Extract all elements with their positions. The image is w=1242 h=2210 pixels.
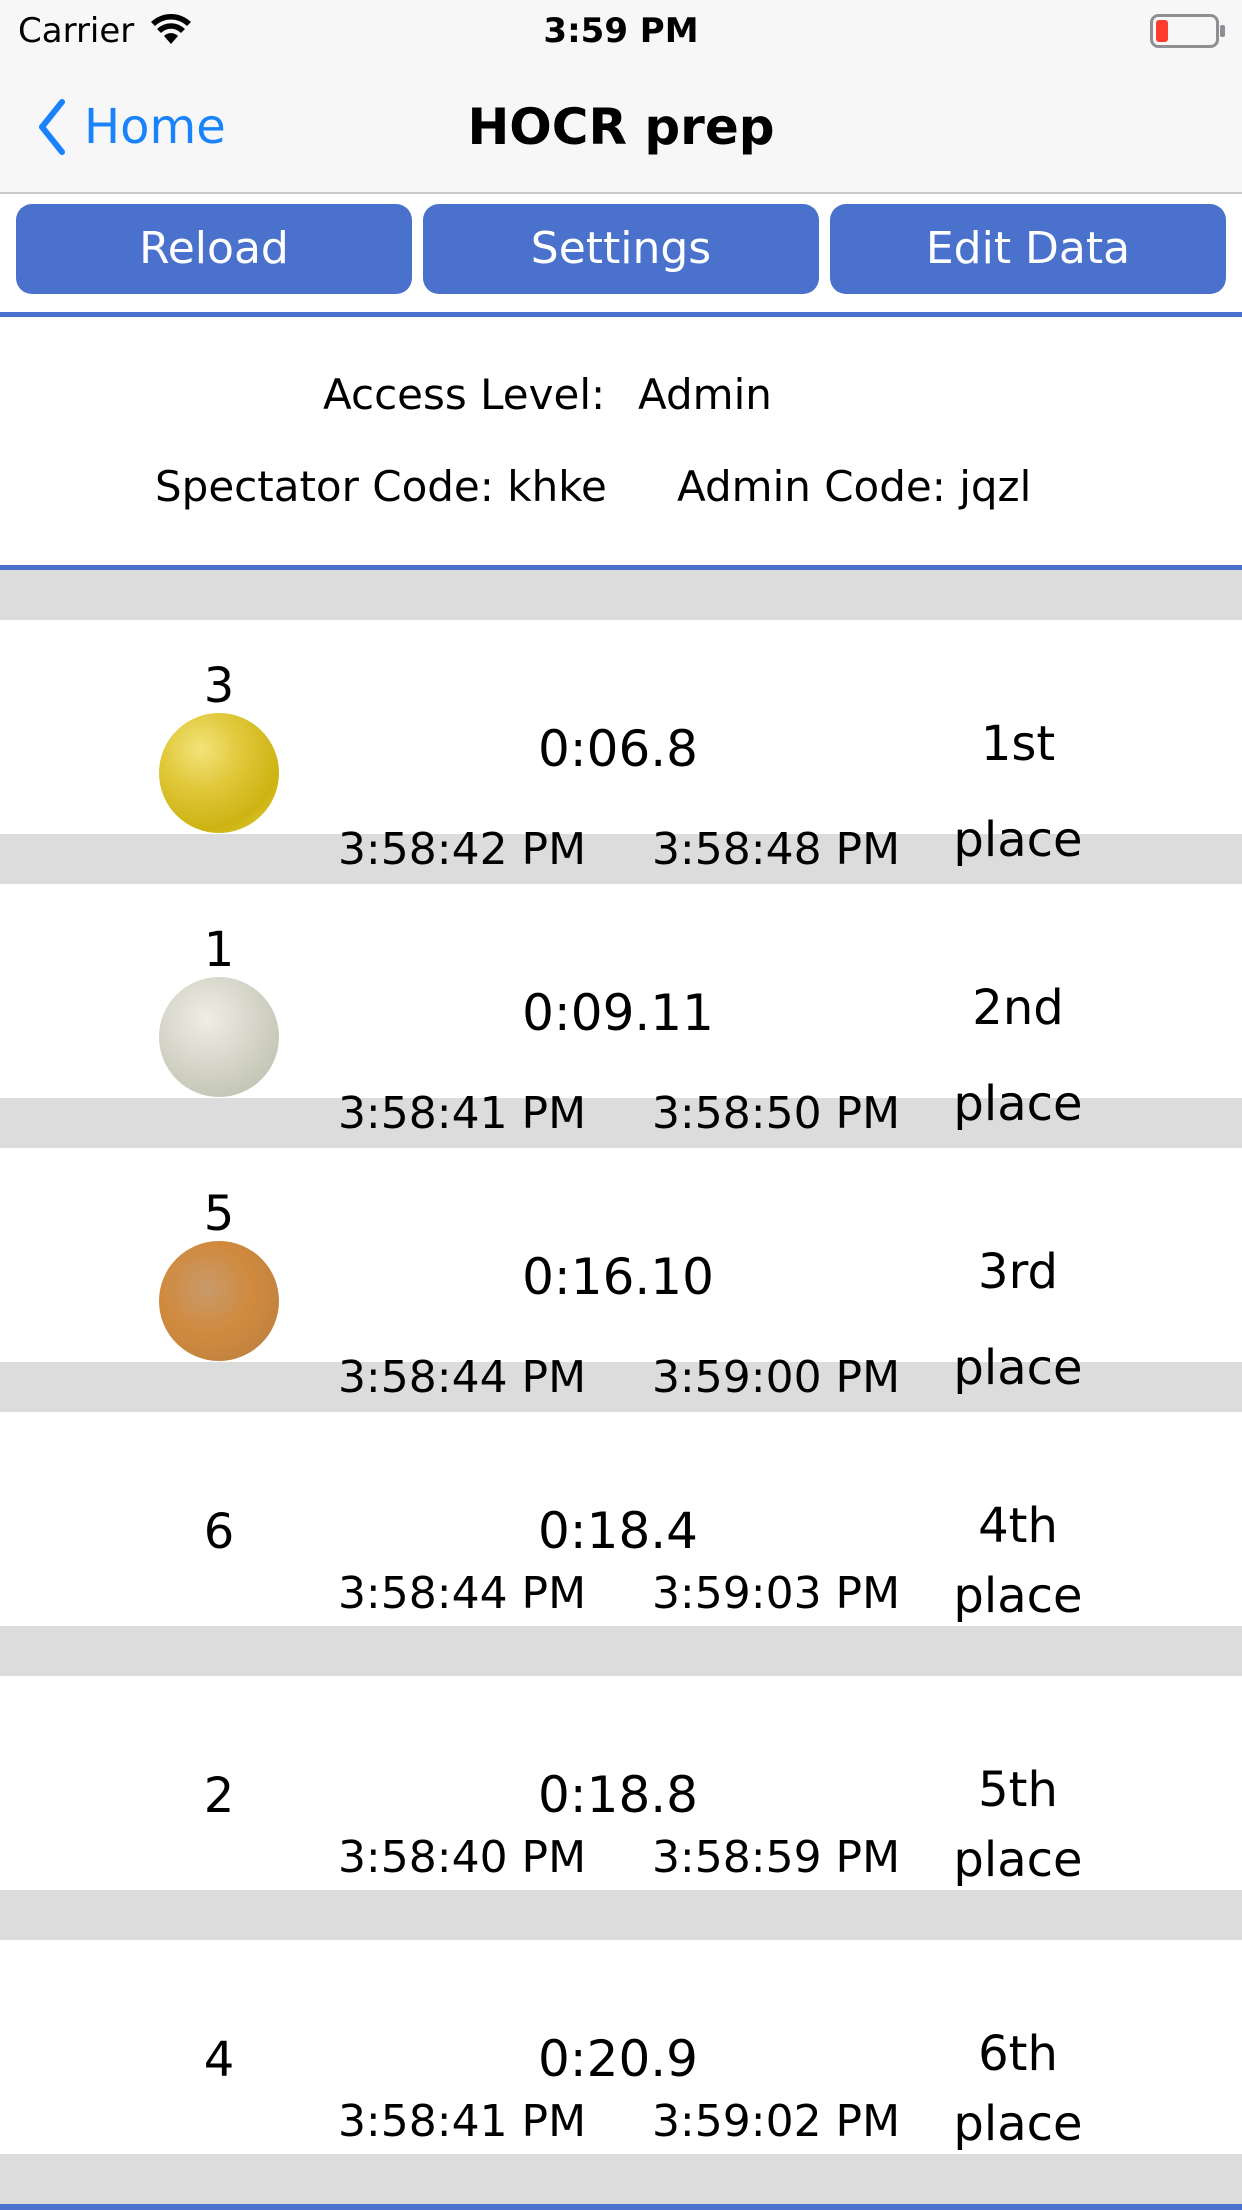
finish-time: 3:59:00 PM	[651, 1352, 901, 1403]
lane-number: 3	[203, 658, 235, 714]
place-word: place	[953, 1340, 1083, 1396]
place-number: 3rd	[978, 1244, 1058, 1300]
status-bar: Carrier 3:59 PM	[0, 0, 1242, 62]
finish-time: 3:58:48 PM	[651, 824, 901, 875]
access-level-value: Admin	[638, 370, 772, 419]
row-separator	[0, 2154, 1242, 2204]
toolbar: Reload Settings Edit Data	[0, 194, 1242, 317]
result-row[interactable]: 4 0:20.9 3:58:41 PM 3:59:02 PM 6th place	[0, 1940, 1242, 2154]
row-separator	[0, 1890, 1242, 1940]
access-level-label: Access Level:	[323, 370, 606, 419]
result-row[interactable]: 6 0:18.4 3:58:44 PM 3:59:03 PM 4th place	[0, 1412, 1242, 1626]
place-number: 1st	[980, 716, 1056, 772]
page-title: HOCR prep	[467, 98, 775, 156]
lane-number: 6	[203, 1504, 235, 1560]
place-number: 5th	[978, 1762, 1058, 1818]
elapsed-time: 0:09.11	[522, 984, 714, 1042]
place-number: 6th	[978, 2026, 1058, 2082]
result-row[interactable]: 3 0:06.8 3:58:42 PM 3:58:48 PM 1st place	[0, 620, 1242, 875]
finish-time: 3:59:02 PM	[651, 2096, 901, 2147]
result-row[interactable]: 1 0:09.11 3:58:41 PM 3:58:50 PM 2nd plac…	[0, 884, 1242, 1139]
row-separator	[0, 1626, 1242, 1676]
place-word: place	[953, 1832, 1083, 1888]
silver-medal-icon	[159, 977, 279, 1097]
start-time: 3:58:41 PM	[337, 2096, 587, 2147]
status-time: 3:59 PM	[543, 11, 699, 51]
result-row[interactable]: 5 0:16.10 3:58:44 PM 3:59:00 PM 3rd plac…	[0, 1148, 1242, 1403]
start-time: 3:58:41 PM	[337, 1088, 587, 1139]
result-row[interactable]: 2 0:18.8 3:58:40 PM 3:58:59 PM 5th place	[0, 1676, 1242, 1890]
lane-number: 5	[203, 1186, 235, 1242]
elapsed-time: 0:16.10	[522, 1248, 714, 1306]
place-word: place	[953, 1076, 1083, 1132]
lane-number: 2	[203, 1768, 235, 1824]
finish-time: 3:59:03 PM	[651, 1568, 901, 1619]
lane-number: 1	[203, 922, 235, 978]
place-number: 4th	[978, 1498, 1058, 1554]
finish-time: 3:58:50 PM	[651, 1088, 901, 1139]
settings-button[interactable]: Settings	[423, 204, 819, 294]
navigation-bar: Home HOCR prep	[0, 62, 1242, 194]
reload-button[interactable]: Reload	[16, 204, 412, 294]
bronze-medal-icon	[159, 1241, 279, 1361]
admin-code: Admin Code: jqzl	[677, 462, 1032, 511]
bottom-divider	[0, 2204, 1242, 2210]
place-word: place	[953, 1568, 1083, 1624]
finish-time: 3:58:59 PM	[651, 1832, 901, 1883]
elapsed-time: 0:18.4	[538, 1502, 698, 1560]
edit-data-button[interactable]: Edit Data	[830, 204, 1226, 294]
elapsed-time: 0:06.8	[538, 720, 698, 778]
gold-medal-icon	[159, 713, 279, 833]
lane-number: 4	[203, 2032, 235, 2088]
place-word: place	[953, 812, 1083, 868]
start-time: 3:58:40 PM	[337, 1832, 587, 1883]
elapsed-time: 0:18.8	[538, 1766, 698, 1824]
place-word: place	[953, 2096, 1083, 2152]
spectator-code: Spectator Code: khke	[155, 462, 607, 511]
row-separator	[0, 570, 1242, 620]
start-time: 3:58:44 PM	[337, 1352, 587, 1403]
place-number: 2nd	[972, 980, 1064, 1036]
elapsed-time: 0:20.9	[538, 2030, 698, 2088]
start-time: 3:58:44 PM	[337, 1568, 587, 1619]
access-info: Access Level: Admin Spectator Code: khke…	[0, 317, 1242, 570]
start-time: 3:58:42 PM	[337, 824, 587, 875]
battery-low-icon	[1150, 14, 1225, 48]
results-list: 3 0:06.8 3:58:42 PM 3:58:48 PM 1st place…	[0, 570, 1242, 2210]
